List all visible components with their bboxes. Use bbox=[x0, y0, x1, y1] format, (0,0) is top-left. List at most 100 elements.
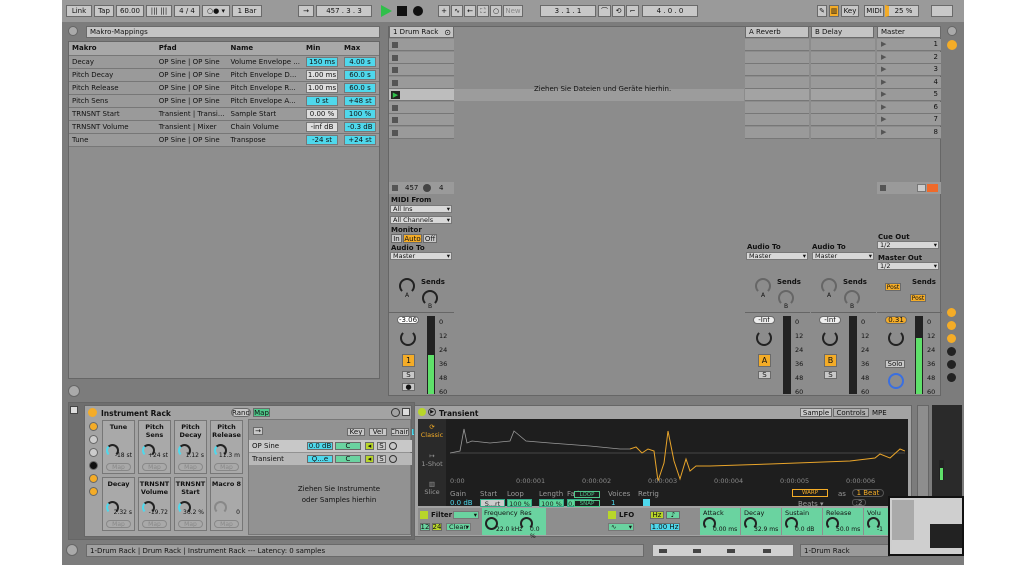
quantize-dropdown[interactable]: 1 Bar bbox=[232, 5, 262, 17]
scene-launch-icon[interactable]: ▶ bbox=[881, 40, 886, 48]
automation-arm-icon[interactable]: ∿ bbox=[451, 5, 463, 17]
return-clip-slot[interactable] bbox=[745, 76, 809, 89]
mixer-view-icon[interactable] bbox=[947, 40, 957, 50]
master-out-dropdown[interactable]: 1/2 bbox=[877, 262, 939, 270]
param-start-field[interactable]: S...rt bbox=[480, 499, 505, 508]
punch-in-icon[interactable]: ⌒ bbox=[598, 5, 611, 17]
map-button[interactable]: Map bbox=[253, 408, 270, 417]
stop-icon[interactable] bbox=[397, 6, 407, 16]
audio-to-dropdown-a[interactable]: Master bbox=[746, 252, 808, 260]
half-tempo-button[interactable]: :2 bbox=[852, 499, 866, 506]
rack-save-icon[interactable] bbox=[402, 408, 410, 416]
lfo-rate-field[interactable]: 1.00 Hz bbox=[650, 523, 680, 531]
stop-button-icon[interactable] bbox=[392, 79, 398, 86]
pan-knob[interactable] bbox=[822, 330, 838, 346]
scene-launch-icon[interactable]: ▶ bbox=[881, 128, 886, 136]
max-field[interactable]: 100 % bbox=[344, 108, 376, 119]
macro-knob-7[interactable]: TRNSNT Start 36.2 % Map bbox=[174, 477, 207, 531]
scene-launch-icon[interactable]: ▶ bbox=[881, 90, 886, 98]
track-header-master[interactable]: Master bbox=[877, 26, 941, 38]
view-toggle-icon[interactable] bbox=[947, 321, 956, 330]
view-toggle-icon[interactable] bbox=[947, 334, 956, 343]
chain-row[interactable]: OP Sine 0.0 dB C ◂ S bbox=[249, 440, 412, 452]
return-clip-slot[interactable] bbox=[811, 89, 875, 101]
view-toggle-icon[interactable] bbox=[947, 360, 956, 369]
audio-to-dropdown-b[interactable]: Master bbox=[812, 252, 874, 260]
stop-button-icon[interactable] bbox=[392, 67, 398, 73]
table-row[interactable]: Tune OP Sine | OP Sine Transpose -24 st +24 … bbox=[69, 133, 379, 147]
re-enable-automation-icon[interactable]: ← bbox=[464, 5, 476, 17]
nudge-buttons[interactable]: ||| ||| bbox=[146, 5, 172, 17]
chain-activator-icon[interactable]: ◂ bbox=[365, 442, 374, 450]
arm-button[interactable]: ● bbox=[402, 383, 415, 391]
clip-slot[interactable] bbox=[389, 39, 454, 51]
play-icon[interactable] bbox=[381, 5, 392, 17]
max-field[interactable]: 4.00 s bbox=[344, 56, 376, 67]
col-name[interactable]: Name bbox=[227, 42, 303, 56]
scene-launch-icon[interactable]: ▶ bbox=[881, 65, 886, 73]
clip-slot[interactable] bbox=[389, 64, 454, 76]
lfo-sync-button[interactable]: ♪ bbox=[666, 511, 680, 519]
max-field[interactable]: 60.0 s bbox=[344, 69, 376, 80]
return-clip-slot[interactable] bbox=[745, 126, 809, 139]
scene-launch-icon[interactable] bbox=[917, 184, 926, 192]
stop-clips-icon[interactable] bbox=[392, 185, 398, 191]
stop-button-icon[interactable] bbox=[392, 42, 398, 48]
master-post-button[interactable]: Post bbox=[910, 294, 926, 302]
overdub-icon[interactable]: + bbox=[438, 5, 450, 17]
chain-tab-chain[interactable]: Chain bbox=[391, 428, 409, 436]
return-clip-slot[interactable] bbox=[745, 64, 809, 76]
col-pfad[interactable]: Pfad bbox=[155, 42, 228, 56]
key-map-button[interactable]: Key bbox=[841, 5, 859, 17]
warp-mode-dropdown[interactable]: Beats ▾ bbox=[798, 500, 824, 508]
session-view-icon[interactable] bbox=[947, 26, 957, 36]
audio-to-dropdown[interactable]: Master bbox=[390, 252, 452, 260]
help-toggle-icon[interactable] bbox=[68, 385, 80, 397]
min-field[interactable]: 0 st bbox=[306, 95, 338, 106]
arrangement-position[interactable]: 457 . 3 . 3 bbox=[316, 5, 372, 17]
scene-slot[interactable]: ▶ 7 bbox=[877, 114, 941, 126]
return-clip-slot[interactable] bbox=[811, 64, 875, 76]
macro-dial[interactable] bbox=[214, 501, 227, 514]
tempo-field[interactable]: 60.00 bbox=[116, 5, 144, 17]
return-clip-slot[interactable] bbox=[811, 39, 875, 51]
monitor-in-button[interactable]: In bbox=[391, 234, 402, 243]
return-clip-slot[interactable] bbox=[811, 101, 875, 114]
solo-button[interactable]: S bbox=[758, 371, 771, 379]
macro-map-button[interactable]: Map bbox=[106, 463, 131, 471]
min-field[interactable]: -inf dB bbox=[306, 121, 338, 132]
clip-slot[interactable] bbox=[389, 51, 454, 64]
macro-knob-3[interactable]: Pitch Decay 1.12 s Map bbox=[174, 420, 207, 474]
macro-map-button[interactable]: Map bbox=[178, 520, 203, 528]
tap-button[interactable]: Tap bbox=[94, 5, 114, 17]
remove-macro-icon[interactable] bbox=[89, 448, 98, 457]
view-toggle-icon[interactable] bbox=[947, 347, 956, 356]
return-clip-slot[interactable] bbox=[745, 51, 809, 64]
preview-icon[interactable]: ▶ bbox=[428, 408, 436, 416]
return-clip-slot[interactable] bbox=[811, 126, 875, 139]
scene-slot[interactable]: ▶ 1 bbox=[877, 39, 941, 51]
scene-launch-icon[interactable]: ▶ bbox=[881, 103, 886, 111]
lfo-toggle[interactable] bbox=[608, 511, 616, 519]
loop-start-field[interactable]: 3 . 1 . 1 bbox=[540, 5, 596, 17]
rack-power-icon[interactable] bbox=[88, 408, 97, 417]
return-clip-slot[interactable] bbox=[745, 39, 809, 51]
clip-slot[interactable] bbox=[389, 126, 454, 139]
min-field[interactable]: 150 ms bbox=[306, 56, 338, 67]
rack-options-icon[interactable] bbox=[391, 408, 400, 417]
macro-map-button[interactable]: Map bbox=[106, 520, 131, 528]
new-button[interactable]: New bbox=[503, 5, 523, 17]
param-length-field[interactable]: 100 % bbox=[539, 499, 564, 508]
max-field[interactable]: +24 st bbox=[344, 134, 376, 145]
pan-knob[interactable] bbox=[888, 330, 904, 346]
scene-slot[interactable]: ▶ 5 bbox=[877, 89, 941, 101]
tab-sample[interactable]: Sample bbox=[800, 408, 832, 417]
voices-value[interactable]: 1 bbox=[611, 499, 615, 507]
mode-1-shot[interactable]: ↦ 1-Shot bbox=[418, 452, 446, 468]
cue-out-dropdown[interactable]: 1/2 bbox=[877, 241, 939, 249]
draw-mode-icon[interactable]: ✎ bbox=[817, 5, 827, 17]
info-view-toggle-icon[interactable] bbox=[66, 544, 78, 556]
filter-12-button[interactable]: 12 bbox=[420, 523, 430, 531]
loop-button[interactable]: LOOP bbox=[574, 491, 600, 498]
macro-map-button[interactable]: Map bbox=[178, 463, 203, 471]
